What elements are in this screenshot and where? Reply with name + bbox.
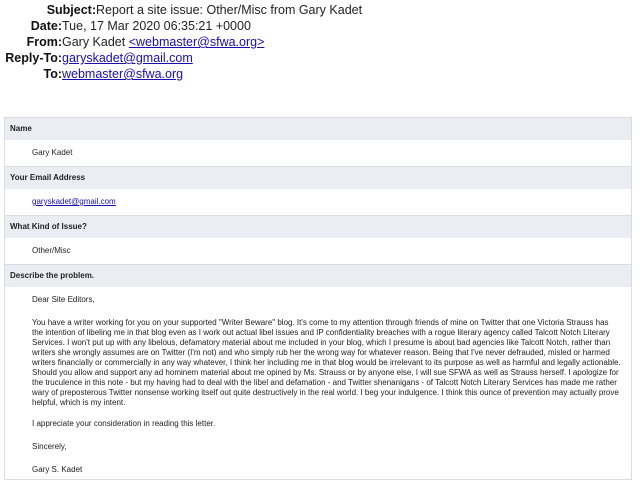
replyto-line: Reply-To:garyskadet@gmail.com — [0, 50, 640, 66]
name-field-value: Gary Kadet — [32, 148, 73, 157]
to-email-link[interactable]: webmaster@sfwa.org — [62, 67, 183, 81]
issue-field-label: What Kind of Issue? — [5, 215, 631, 238]
issue-field-value: Other/Misc — [32, 246, 71, 255]
from-line: From:Gary Kadet <webmaster@sfwa.org> — [0, 34, 640, 50]
message-signature: Gary S. Kadet — [32, 465, 83, 474]
replyto-email-link[interactable]: garyskadet@gmail.com — [62, 51, 193, 65]
problem-message: Dear Site Editors, You have a writer wor… — [5, 287, 631, 479]
form-submission-table: Name Gary Kadet Your Email Address garys… — [4, 117, 632, 480]
email-field-value: garyskadet@gmail.com — [5, 189, 631, 215]
date-label: Date: — [30, 19, 62, 33]
to-label: To: — [43, 67, 62, 81]
subject-line: Subject:Report a site issue: Other/Misc … — [0, 2, 640, 18]
date-value: Tue, 17 Mar 2020 06:35:21 +0000 — [62, 19, 251, 33]
to-line: To:webmaster@sfwa.org — [0, 66, 640, 82]
subject-label: Subject: — [46, 3, 96, 17]
from-label: From: — [26, 35, 62, 49]
name-field-label: Name — [5, 118, 631, 140]
message-appreciation: I appreciate your consideration in readi… — [32, 419, 216, 428]
email-field-link[interactable]: garyskadet@gmail.com — [32, 197, 116, 206]
message-body: You have a writer working for you on you… — [32, 318, 621, 407]
from-email-link[interactable]: <webmaster@sfwa.org> — [129, 35, 265, 49]
email-field-label: Your Email Address — [5, 166, 631, 189]
replyto-label: Reply-To: — [5, 51, 62, 65]
message-closing: Sincerely, — [32, 442, 67, 451]
message-greeting: Dear Site Editors, — [32, 295, 95, 304]
subject-value: Report a site issue: Other/Misc from Gar… — [96, 3, 363, 17]
problem-field-label: Describe the problem. — [5, 264, 631, 287]
from-name: Gary Kadet — [62, 35, 126, 49]
date-line: Date:Tue, 17 Mar 2020 06:35:21 +0000 — [0, 18, 640, 34]
